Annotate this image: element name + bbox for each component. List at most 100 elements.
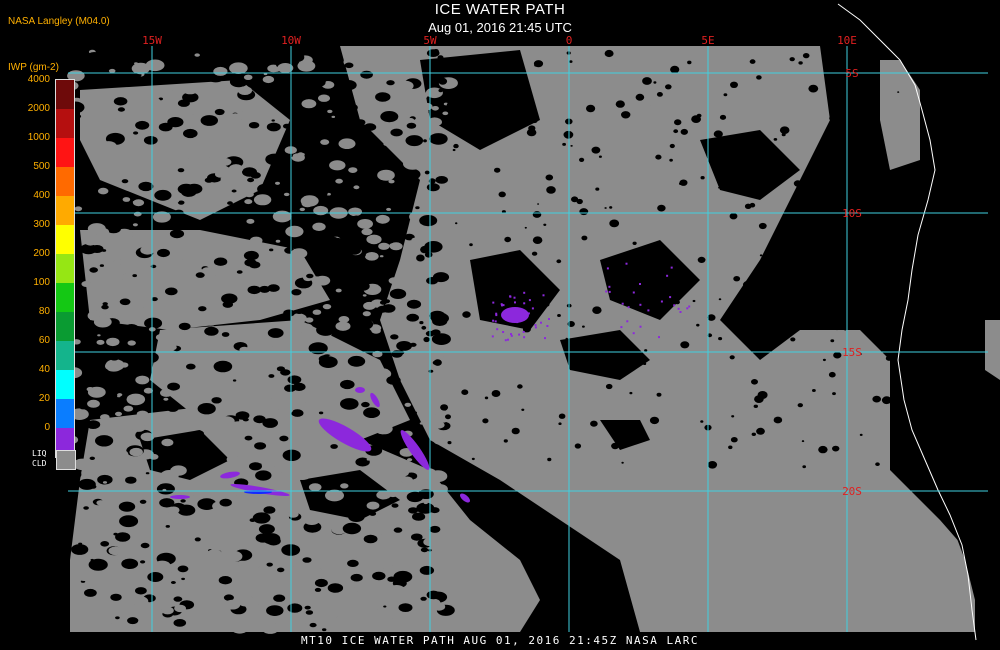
cloud-speck xyxy=(204,566,221,577)
cloud-gap-speck xyxy=(581,235,588,241)
cloud-speck xyxy=(268,374,275,378)
cloud-speck xyxy=(428,369,434,373)
cloud-speck xyxy=(308,483,322,492)
cloud-speck xyxy=(74,536,85,543)
cloud-speck xyxy=(163,104,183,116)
cloud-speck xyxy=(285,595,290,598)
cloud-speck xyxy=(300,147,311,154)
ice-speck xyxy=(523,302,526,305)
cloud-gap-speck xyxy=(484,396,489,400)
cloud-speck xyxy=(183,128,198,139)
cloud-speck xyxy=(271,119,275,122)
cloud-speck xyxy=(253,194,272,206)
cloud-speck xyxy=(320,504,333,512)
legend-border xyxy=(55,79,75,458)
liq-label: LIQ xyxy=(32,449,47,458)
cloud-speck xyxy=(249,462,262,471)
cloud-speck xyxy=(431,333,451,345)
cloud-speck xyxy=(429,507,440,514)
cloud-gap-speck xyxy=(897,91,900,93)
cloud-speck xyxy=(103,124,112,131)
cloud-gap-speck xyxy=(455,222,458,225)
cloud-speck xyxy=(84,238,97,246)
cloud-speck xyxy=(145,148,154,154)
cloud-speck xyxy=(178,544,189,550)
cloud-speck xyxy=(257,565,271,575)
cloud-gap-speck xyxy=(802,465,806,469)
cloud-speck xyxy=(396,350,405,355)
cloud-gap-speck xyxy=(503,439,508,443)
cloud-gap-speck xyxy=(888,270,897,277)
cloud-gap-speck xyxy=(586,104,596,113)
cloud-speck xyxy=(113,97,128,106)
cloud-gap-speck xyxy=(833,215,841,222)
ice-speck xyxy=(540,321,542,324)
cloud-speck xyxy=(369,542,384,551)
cloud-speck xyxy=(164,276,177,284)
cloud-speck xyxy=(401,236,407,240)
cloud-speck xyxy=(115,559,123,563)
ice-speck xyxy=(608,285,611,288)
cloud-speck xyxy=(257,183,275,195)
cloud-speck xyxy=(426,183,440,192)
cloud-speck xyxy=(381,304,396,313)
cloud-speck xyxy=(390,128,403,137)
cloud-speck xyxy=(144,317,163,329)
cloud-gap-speck xyxy=(582,325,585,328)
cloud-speck xyxy=(411,237,419,243)
cloud-speck xyxy=(286,98,301,108)
cloud-speck xyxy=(316,324,336,336)
cloud-speck xyxy=(161,438,174,447)
cloud-speck xyxy=(180,154,189,160)
cloud-speck xyxy=(392,515,409,526)
cloud-gap-speck xyxy=(423,336,430,343)
cloud-speck xyxy=(246,218,255,224)
cloud-gap-speck xyxy=(487,141,492,145)
cloud-speck xyxy=(314,578,328,588)
cloud-speck xyxy=(403,157,423,170)
cloud-gap-speck xyxy=(734,296,744,304)
ice-speck xyxy=(519,317,522,320)
cloud-speck xyxy=(94,309,106,317)
cloud-speck xyxy=(185,260,197,267)
cloud-gap-speck xyxy=(558,413,566,419)
cloud-gap-speck xyxy=(692,299,696,303)
cloud-gap-speck xyxy=(509,269,519,278)
cloud-speck xyxy=(143,136,158,145)
cloud-speck xyxy=(209,271,217,276)
cloud-speck xyxy=(405,135,424,147)
cloud-gap-speck xyxy=(865,173,873,179)
cloud-speck xyxy=(322,628,327,632)
cloud-speck xyxy=(218,576,233,585)
cloud-speck xyxy=(433,194,447,203)
cloud-speck xyxy=(119,255,139,268)
cloud-speck xyxy=(323,74,335,81)
cloud-speck xyxy=(219,498,232,507)
cloud-speck xyxy=(123,405,134,412)
cloud-gap-speck xyxy=(433,49,439,54)
ice-speck xyxy=(542,294,545,297)
cloud-speck xyxy=(166,344,177,351)
cloud-gap-speck xyxy=(729,355,735,360)
cloud-speck xyxy=(353,185,360,190)
cloud-speck xyxy=(242,417,249,422)
cloud-speck xyxy=(350,573,363,582)
cloud-speck xyxy=(364,251,379,261)
cloud-speck xyxy=(231,622,249,634)
cloud-speck xyxy=(236,270,243,274)
cloud-speck xyxy=(244,435,253,441)
cloud-speck xyxy=(169,229,185,239)
cloud-speck xyxy=(208,156,216,162)
cloud-speck xyxy=(84,54,101,65)
cloud-speck xyxy=(420,102,433,111)
legend-tick-label: 20 xyxy=(38,393,50,404)
cloud-gap-speck xyxy=(707,461,718,469)
cloud-speck xyxy=(262,75,275,84)
cloud-gap-speck xyxy=(423,139,427,143)
cloud-speck xyxy=(251,580,256,583)
cloud-gap-speck xyxy=(719,114,727,120)
cloud-gap-speck xyxy=(446,102,454,108)
cloud-gap-speck xyxy=(729,213,738,220)
cloud-speck xyxy=(89,267,98,273)
cloud-speck xyxy=(402,195,410,200)
